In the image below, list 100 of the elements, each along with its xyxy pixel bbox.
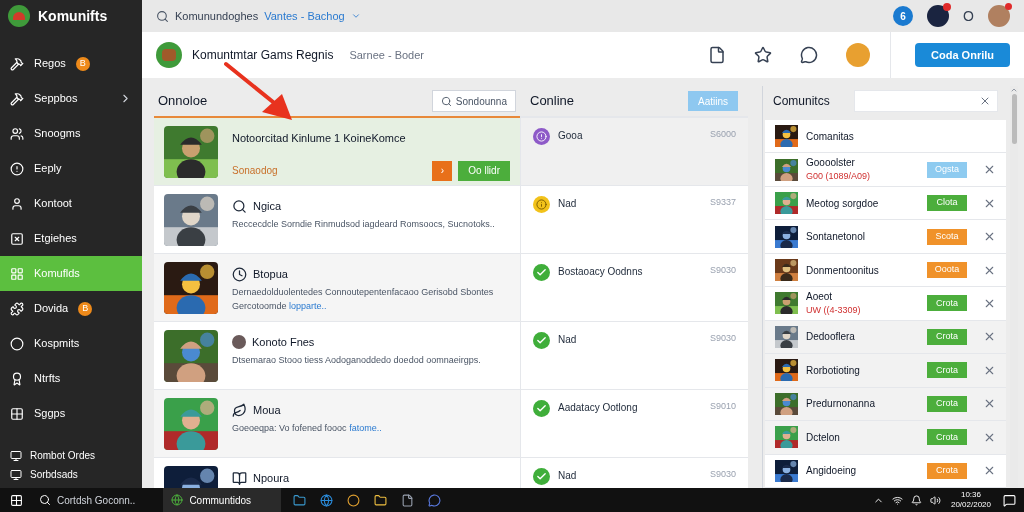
clock-time: 10:36 [960, 490, 981, 500]
comment-row[interactable]: Sontanetonol Scota [765, 220, 1006, 254]
list-row[interactable]: Btopua Dernaedolduolentedes Connoutepentenfacaoo Gerisobd Sbontes Gercotoomde lopparte.. [154, 254, 520, 322]
chat-icon[interactable] [800, 46, 819, 64]
user-avatar[interactable] [988, 5, 1010, 27]
star-icon[interactable] [754, 46, 773, 64]
item-label: Seppbos [34, 91, 78, 107]
comment-row[interactable]: Donmentoonitus Ooota [765, 253, 1006, 288]
status-value: S6000 [709, 128, 736, 141]
book-icon [232, 470, 247, 486]
item-label: Ntrfts [34, 371, 61, 387]
item-icon [10, 126, 24, 141]
primary-button[interactable]: Coda Onrilu [915, 43, 1010, 67]
search-icon [440, 95, 452, 107]
taskbar-app[interactable]: Communtidos [163, 488, 282, 512]
comment-row[interactable]: Goooolster G00 (1089/A09) Ogsta [765, 153, 1006, 187]
comment-row[interactable]: Comanitas [765, 120, 1006, 154]
page-subtitle: Sarnee - Boder [349, 47, 424, 63]
app-icon [171, 494, 184, 506]
comment-row[interactable]: Aoeot UW ((4-3309) Crota [765, 287, 1006, 321]
close-icon[interactable] [979, 95, 991, 107]
item-label: Etgiehes [34, 231, 77, 247]
file-icon[interactable] [401, 493, 415, 507]
item-label: Komuflds [34, 266, 80, 282]
row-title: Konoto Fnes [252, 335, 315, 350]
comment-row[interactable]: Rorbotioting Crota [765, 354, 1006, 388]
comment-name: Angidoeing [806, 464, 857, 479]
app-icon[interactable] [293, 493, 307, 507]
comment-name: Donmentoonitus [806, 263, 879, 278]
status-value: S9337 [709, 196, 736, 209]
sidebar-item[interactable]: Ntrfts [0, 361, 142, 396]
comment-row[interactable]: Predurnonanna Crota [765, 387, 1006, 422]
game-logo-icon [156, 42, 182, 68]
alert-icon [533, 128, 550, 145]
close-icon[interactable] [983, 297, 996, 310]
item-icon [10, 91, 24, 106]
comment-row[interactable]: Angidoeing Crota [765, 454, 1006, 488]
item-label: Sggps [34, 406, 66, 422]
count-badge: B [78, 301, 93, 316]
item-icon [10, 301, 24, 316]
list-row[interactable]: Moua Goeoeqpa: Vo fofened foooc fatome.. [154, 390, 520, 458]
footer-icon [10, 468, 22, 481]
sidebar-item[interactable]: Kontoot [0, 186, 142, 221]
comment-row[interactable]: Dctelon Crota [765, 421, 1006, 455]
row-title: Notoorcitad Kinlume 1 KoineKomce [232, 131, 406, 146]
item-label: Kontoot [34, 196, 72, 212]
sidebar-item[interactable]: Dovida B [0, 291, 142, 326]
comment-name: Dedooflera [806, 330, 855, 345]
footer-icon [10, 449, 22, 462]
search-text: Komunundoghes [175, 8, 259, 24]
item-icon [10, 266, 24, 281]
sidebar-item[interactable]: Kospmits [0, 326, 142, 361]
comment-name: Comanitas [806, 129, 854, 144]
comment-row[interactable]: Dedooflera Crota [765, 320, 1006, 355]
status-label: Aadatacy Ootlong [558, 401, 638, 415]
sidebar-item[interactable]: Regos B [0, 46, 142, 81]
bell-icon[interactable] [910, 494, 922, 506]
item-label: Regos [34, 56, 66, 72]
column-title: Comunitcs [773, 93, 830, 110]
wifi-icon[interactable] [891, 494, 903, 506]
column-title: Onnoloe [158, 92, 208, 111]
start-icon[interactable] [10, 493, 23, 507]
footer-link[interactable]: Rombot Ordes [30, 448, 96, 463]
search-button[interactable]: Sondounna [431, 90, 516, 112]
comment-name: Meotog sorgdoe [806, 196, 879, 211]
sidebar-item[interactable]: Etgiehes [0, 221, 142, 256]
sidebar-item[interactable]: Snoogms [0, 116, 142, 151]
item-label: Kospmits [34, 336, 80, 352]
more-link[interactable]: fatome.. [349, 422, 382, 433]
status-label: Nad [558, 469, 577, 483]
file-icon[interactable] [708, 46, 727, 64]
volume-icon[interactable] [929, 494, 941, 506]
search-icon[interactable] [39, 494, 51, 506]
sidebar-item[interactable]: Sggps [0, 396, 142, 431]
sidebar-item[interactable]: Seppbos [0, 81, 142, 116]
page-title: Komuntmtar Gams Regnis [192, 47, 334, 64]
row-title: Btopua [253, 267, 288, 282]
column-title: Conline [530, 92, 575, 111]
status-text: O [963, 6, 974, 26]
app-name: Komunifts [38, 6, 108, 26]
sidebar-item[interactable]: Eeply [0, 151, 142, 186]
item-icon [10, 231, 24, 246]
filter-field[interactable] [854, 90, 998, 112]
check-icon [533, 264, 550, 281]
taskbar-search[interactable]: Cortdsh Goconn.. [57, 492, 136, 508]
status-value: S9030 [709, 332, 736, 345]
folder-icon[interactable] [374, 493, 388, 507]
item-icon [10, 371, 24, 386]
account-avatar[interactable]: 6 [893, 6, 914, 26]
context-link[interactable]: Vantes - Bachog [264, 7, 345, 25]
status-label: Gooa [558, 129, 583, 143]
comment-row[interactable]: Meotog sorgdoe Clota [765, 186, 1006, 221]
row-title: Moua [253, 403, 281, 418]
search-icon [156, 9, 169, 23]
chat-icon[interactable] [428, 493, 442, 507]
more-link[interactable]: lopparte.. [289, 300, 327, 311]
notification-avatar[interactable] [927, 5, 950, 27]
footer-link[interactable]: Sorbdsads [30, 467, 78, 482]
logo-icon [8, 5, 30, 27]
notifications-icon[interactable] [1003, 493, 1016, 507]
